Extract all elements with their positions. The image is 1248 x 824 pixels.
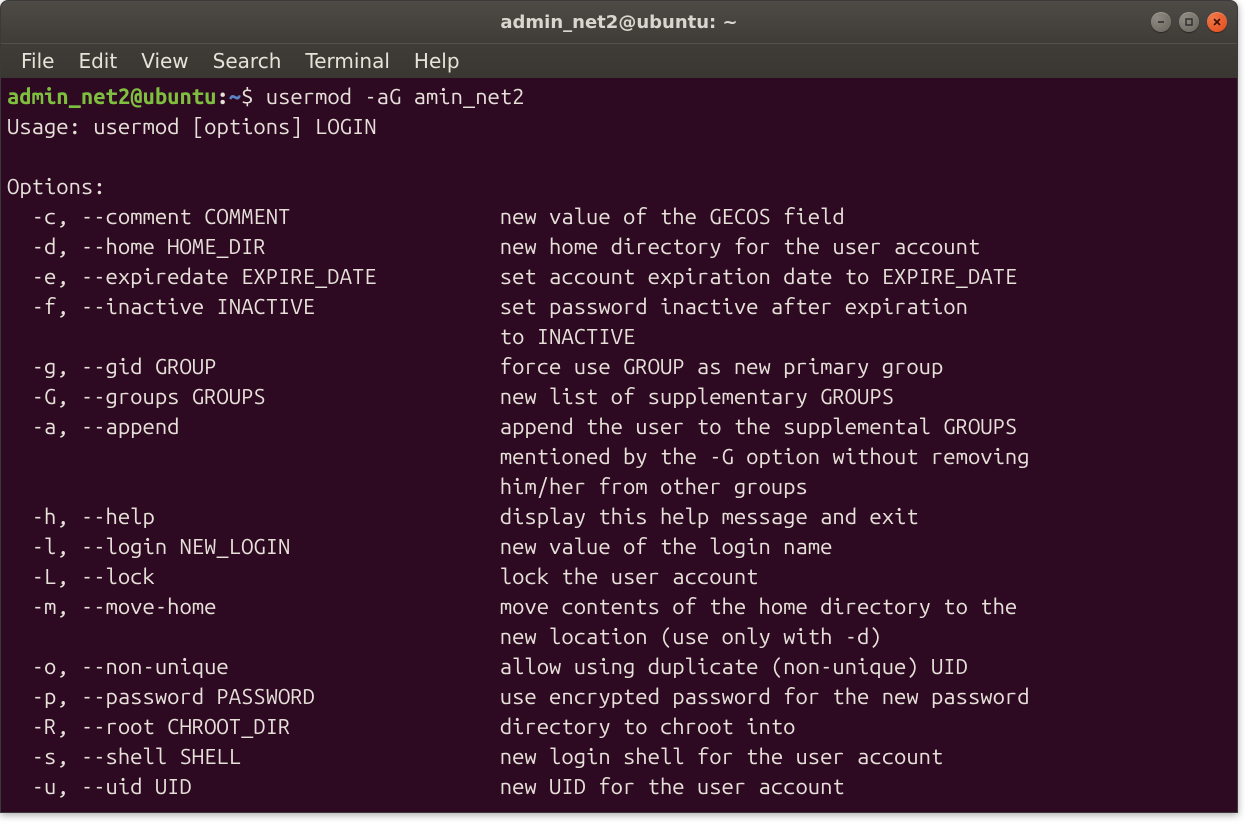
- option-desc: set password inactive after expiration: [500, 292, 968, 322]
- option-row: -o, --non-uniqueallow using duplicate (n…: [7, 652, 1231, 682]
- option-flags: -a, --append: [7, 412, 500, 442]
- options-heading: Options:: [7, 174, 106, 199]
- option-desc: new value of the login name: [500, 532, 833, 562]
- option-row-cont: him/her from other groups: [7, 472, 1231, 502]
- option-flags: -d, --home HOME_DIR: [7, 232, 500, 262]
- option-desc: new UID for the user account: [500, 772, 845, 802]
- option-desc-cont: new location (use only with -d): [500, 622, 882, 652]
- window-controls: [1151, 12, 1227, 32]
- option-row: -u, --uid UIDnew UID for the user accoun…: [7, 772, 1231, 802]
- option-desc: append the user to the supplemental GROU…: [500, 412, 1017, 442]
- menu-file[interactable]: File: [11, 45, 64, 77]
- option-desc: use encrypted password for the new passw…: [500, 682, 1030, 712]
- option-desc-cont: mentioned by the -G option without remov…: [500, 442, 1030, 472]
- option-flags: -m, --move-home: [7, 592, 500, 622]
- command-text: usermod -aG amin_net2: [266, 84, 525, 109]
- option-row: -c, --comment COMMENTnew value of the GE…: [7, 202, 1231, 232]
- minimize-icon: [1156, 17, 1166, 27]
- option-row: -l, --login NEW_LOGINnew value of the lo…: [7, 532, 1231, 562]
- maximize-icon: [1184, 17, 1194, 27]
- option-row-cont: to INACTIVE: [7, 322, 1231, 352]
- option-flags: -o, --non-unique: [7, 652, 500, 682]
- option-row: -G, --groups GROUPSnew list of supplemen…: [7, 382, 1231, 412]
- option-flags: -f, --inactive INACTIVE: [7, 292, 500, 322]
- option-row: -g, --gid GROUPforce use GROUP as new pr…: [7, 352, 1231, 382]
- option-desc: lock the user account: [500, 562, 759, 592]
- option-desc: new list of supplementary GROUPS: [500, 382, 894, 412]
- option-row-cont: mentioned by the -G option without remov…: [7, 442, 1231, 472]
- close-button[interactable]: [1207, 12, 1227, 32]
- menu-search[interactable]: Search: [203, 45, 292, 77]
- option-desc: move contents of the home directory to t…: [500, 592, 1017, 622]
- option-row: -f, --inactive INACTIVEset password inac…: [7, 292, 1231, 322]
- option-desc: allow using duplicate (non-unique) UID: [500, 652, 968, 682]
- option-flags: -u, --uid UID: [7, 772, 500, 802]
- menu-help[interactable]: Help: [404, 45, 470, 77]
- menu-edit[interactable]: Edit: [68, 45, 127, 77]
- option-flags: -c, --comment COMMENT: [7, 202, 500, 232]
- window-title: admin_net2@ubuntu: ~: [1, 12, 1237, 33]
- prompt-path: ~: [229, 84, 241, 109]
- option-desc: force use GROUP as new primary group: [500, 352, 944, 382]
- option-row: -d, --home HOME_DIRnew home directory fo…: [7, 232, 1231, 262]
- option-row: -p, --password PASSWORDuse encrypted pas…: [7, 682, 1231, 712]
- option-desc: display this help message and exit: [500, 502, 919, 532]
- option-flags: -R, --root CHROOT_DIR: [7, 712, 500, 742]
- option-flags: -l, --login NEW_LOGIN: [7, 532, 500, 562]
- option-flags: -G, --groups GROUPS: [7, 382, 500, 412]
- usage-line: Usage: usermod [options] LOGIN: [7, 114, 377, 139]
- option-row: -h, --helpdisplay this help message and …: [7, 502, 1231, 532]
- option-desc: directory to chroot into: [500, 712, 796, 742]
- minimize-button[interactable]: [1151, 12, 1171, 32]
- option-flags: -p, --password PASSWORD: [7, 682, 500, 712]
- option-desc-cont: to INACTIVE: [500, 322, 636, 352]
- terminal-window: admin_net2@ubuntu: ~ FileEditViewSearchT…: [0, 0, 1238, 813]
- prompt-sep: :: [216, 84, 228, 109]
- option-desc-cont: him/her from other groups: [500, 472, 808, 502]
- option-row: -e, --expiredate EXPIRE_DATEset account …: [7, 262, 1231, 292]
- option-desc: new home directory for the user account: [500, 232, 980, 262]
- option-row: -a, --appendappend the user to the suppl…: [7, 412, 1231, 442]
- titlebar: admin_net2@ubuntu: ~: [1, 1, 1237, 43]
- option-row: -m, --move-homemove contents of the home…: [7, 592, 1231, 622]
- maximize-button[interactable]: [1179, 12, 1199, 32]
- option-desc: set account expiration date to EXPIRE_DA…: [500, 262, 1017, 292]
- terminal-body[interactable]: admin_net2@ubuntu:~$ usermod -aG amin_ne…: [1, 78, 1237, 812]
- menu-view[interactable]: View: [131, 45, 198, 77]
- option-flags: -L, --lock: [7, 562, 500, 592]
- option-desc: new value of the GECOS field: [500, 202, 845, 232]
- option-row: -s, --shell SHELLnew login shell for the…: [7, 742, 1231, 772]
- menu-terminal[interactable]: Terminal: [295, 45, 400, 77]
- option-flags: -s, --shell SHELL: [7, 742, 500, 772]
- prompt-sigil: $: [241, 84, 253, 109]
- prompt-userhost: admin_net2@ubuntu: [7, 84, 216, 109]
- option-desc: new login shell for the user account: [500, 742, 944, 772]
- option-row: -R, --root CHROOT_DIRdirectory to chroot…: [7, 712, 1231, 742]
- menubar: FileEditViewSearchTerminalHelp: [1, 43, 1237, 78]
- option-flags: -g, --gid GROUP: [7, 352, 500, 382]
- option-flags: -h, --help: [7, 502, 500, 532]
- option-row: -L, --locklock the user account: [7, 562, 1231, 592]
- option-flags: -e, --expiredate EXPIRE_DATE: [7, 262, 500, 292]
- close-icon: [1212, 17, 1222, 27]
- option-row-cont: new location (use only with -d): [7, 622, 1231, 652]
- options-block: -c, --comment COMMENTnew value of the GE…: [7, 202, 1231, 802]
